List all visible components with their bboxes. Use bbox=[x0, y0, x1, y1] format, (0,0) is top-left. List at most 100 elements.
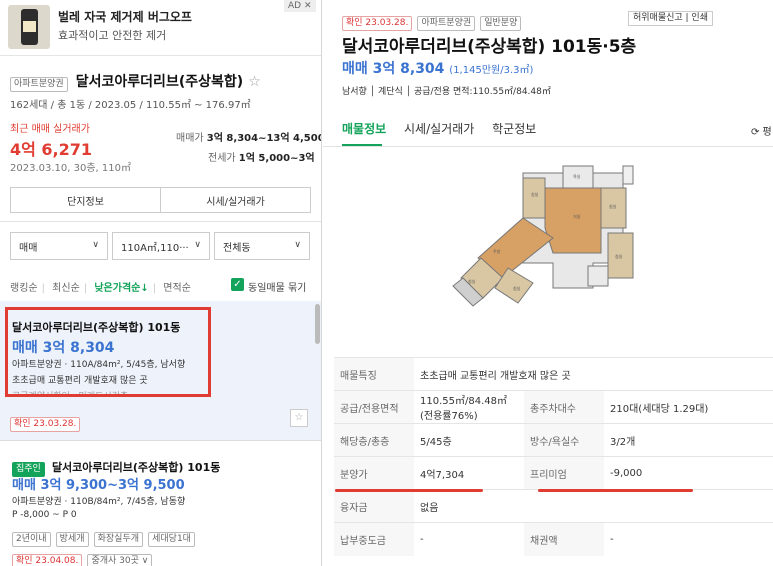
label-area: 공급/전용면적 bbox=[334, 390, 414, 424]
svg-text:침실: 침실 bbox=[609, 203, 617, 209]
confirm-date: 확인 23.04.08. bbox=[12, 554, 83, 566]
label-feature: 매물특징 bbox=[334, 357, 414, 391]
ad-product-image bbox=[8, 5, 50, 49]
value-parking: 210대(세대당 1.29대) bbox=[604, 390, 773, 424]
svg-text:침실: 침실 bbox=[531, 191, 539, 197]
highlight-box bbox=[5, 307, 211, 397]
table-row: 공급/전용면적 110.55㎡/84.48㎡(전용률76%) 총주차대수 210… bbox=[334, 390, 773, 424]
detail-tabs: 매물정보 시세/실거래가 학군정보 bbox=[342, 120, 550, 137]
floor-plan-image[interactable]: 침실 거실 침실 침실 주방 침실 침실 욕실 bbox=[423, 158, 673, 308]
svg-text:침실: 침실 bbox=[513, 285, 521, 291]
detail-price-value: 매매 3억 8,304 bbox=[342, 61, 445, 77]
report-print-button[interactable]: 허위매물신고 | 인쇄 bbox=[628, 11, 713, 26]
favorite-star-icon[interactable]: ☆ bbox=[290, 409, 308, 427]
label-parking: 총주차대수 bbox=[524, 390, 604, 424]
confirm-tag: 확인 23.03.28. bbox=[342, 16, 413, 31]
label-presale-price: 분양가 bbox=[334, 456, 414, 490]
svg-text:거실: 거실 bbox=[573, 213, 581, 219]
sort-area[interactable]: 면적순 bbox=[163, 283, 191, 294]
detail-meta: 남서향 │ 계단식 │ 공급/전용 면적:110.55㎡/84.48㎡ bbox=[342, 87, 551, 97]
feature-tag: 세대당1대 bbox=[148, 532, 195, 547]
listing-panel: 벌레 자국 제거제 버그오프 효과적이고 안전한 제거 AD ✕ 아파트분양권 … bbox=[0, 0, 322, 566]
tab-listing-info[interactable]: 매물정보 bbox=[342, 122, 386, 136]
dong-value: 전체동 bbox=[223, 242, 251, 254]
listing-price: 매매 3억 9,300~3억 9,500 bbox=[12, 478, 185, 493]
separator: | bbox=[41, 283, 45, 294]
ad-title[interactable]: 벌레 자국 제거제 버그오프 bbox=[58, 8, 192, 25]
tab-school-info[interactable]: 학군정보 bbox=[492, 122, 536, 136]
app-root: 벌레 자국 제거제 버그오프 효과적이고 안전한 제거 AD ✕ 아파트분양권 … bbox=[0, 0, 773, 566]
listing-confirm-badge: 확인 23.03.28. bbox=[10, 411, 81, 432]
table-row: 납부중도금 - 채권액 - bbox=[334, 522, 773, 556]
price-history-button[interactable]: 시세/실거래가 bbox=[160, 187, 311, 213]
complex-name[interactable]: 달서코아루더리브(주상복합) bbox=[76, 74, 243, 90]
ad-product-label bbox=[23, 21, 36, 32]
dong-select[interactable]: 전체동 ∨ bbox=[214, 232, 310, 260]
sort-ranking[interactable]: 랭킹순 bbox=[10, 283, 38, 294]
sort-latest[interactable]: 최신순 bbox=[52, 283, 80, 294]
complex-header: 아파트분양권 달서코아루더리브(주상복합) ☆ bbox=[10, 71, 261, 92]
separator: | bbox=[83, 283, 88, 294]
ad-banner[interactable]: 벌레 자국 제거제 버그오프 효과적이고 안전한 제거 AD ✕ bbox=[0, 0, 321, 56]
recent-trade-price: 4억 6,271 bbox=[10, 140, 93, 159]
group-same-listing-label[interactable]: 동일매물 묶기 bbox=[248, 279, 306, 294]
chevron-down-icon: ∨ bbox=[194, 240, 201, 250]
sale-range: 매매가 3억 8,304~13억 4,500 bbox=[176, 129, 322, 144]
area-select[interactable]: 110A㎡,110··· ∨ bbox=[112, 232, 210, 260]
separator: | bbox=[152, 283, 157, 294]
complex-type-tag: 아파트분양권 bbox=[10, 77, 68, 92]
feature-tags: 2년이내 방세개 화장실두개 세대당1대 bbox=[12, 526, 195, 547]
ad-close-badge[interactable]: AD ✕ bbox=[284, 0, 316, 12]
area-toggle-button[interactable]: ⟳ 평 bbox=[751, 123, 772, 138]
svg-text:침실: 침실 bbox=[468, 278, 476, 284]
sale-range-value: 3억 8,304~13억 4,500 bbox=[206, 133, 322, 144]
sort-low-price[interactable]: 낮은가격순↓ bbox=[94, 283, 148, 294]
value-area: 110.55㎡/84.48㎡(전용률76%) bbox=[414, 390, 524, 424]
svg-text:주방: 주방 bbox=[493, 248, 501, 254]
scrollbar-thumb[interactable] bbox=[315, 304, 320, 344]
table-row: 매물특징 초초급매 교통편리 개발호재 많은 곳 bbox=[334, 357, 773, 391]
value-interim-payment: - bbox=[414, 522, 524, 556]
divider bbox=[323, 146, 773, 147]
jeonse-range: 전세가 1억 5,000~3억 bbox=[208, 149, 315, 164]
listing-name: 달서코아루더리브(주상복합) 101동 bbox=[51, 461, 221, 474]
detail-unit-price: (1,145만원/3.3㎡) bbox=[449, 65, 534, 76]
table-row: 분양가 4억7,304 프리미엄 -9,000 bbox=[334, 456, 773, 490]
detail-price: 매매 3억 8,304 (1,145만원/3.3㎡) bbox=[342, 58, 533, 78]
listing-premium: P -8,000 ~ P 0 bbox=[12, 510, 77, 520]
group-same-listing-checkbox[interactable]: ✓ bbox=[231, 278, 244, 291]
chevron-down-icon: ∨ bbox=[92, 240, 99, 250]
jeonse-range-label: 전세가 bbox=[208, 153, 236, 164]
sale-type-tag: 일반분양 bbox=[480, 16, 522, 31]
tab-price-history[interactable]: 시세/실거래가 bbox=[404, 122, 474, 136]
detail-title: 달서코아루더리브(주상복합) 101동·5층 bbox=[342, 37, 637, 57]
value-floor: 5/45층 bbox=[414, 423, 524, 457]
favorite-star-icon[interactable]: ☆ bbox=[248, 74, 261, 90]
value-feature: 초초급매 교통편리 개발호재 많은 곳 bbox=[414, 357, 773, 391]
chevron-down-icon: ∨ bbox=[294, 240, 301, 250]
listing-item[interactable]: 집주인 달서코아루더리브(주상복합) 101동 매매 3억 9,300~3억 9… bbox=[0, 442, 321, 566]
value-presale-price: 4억7,304 bbox=[414, 456, 524, 490]
agents-dropdown[interactable]: 중개사 30곳 ∨ bbox=[87, 554, 153, 566]
table-row: 융자금 없음 bbox=[334, 489, 773, 523]
divider bbox=[0, 221, 321, 222]
highlight-underline bbox=[538, 489, 693, 492]
listing-detail: 아파트분양권 · 110B/84m², 7/45층, 남동향 bbox=[12, 497, 186, 507]
trade-type-value: 매매 bbox=[19, 242, 38, 254]
feature-tag: 2년이내 bbox=[12, 532, 51, 547]
value-premium: -9,000 bbox=[604, 456, 773, 490]
sale-range-label: 매매가 bbox=[176, 133, 204, 144]
jeonse-range-value: 1억 5,000~3억 bbox=[238, 153, 315, 164]
recent-trade-label: 최근 매매 실거래가 bbox=[10, 124, 90, 135]
ad-subtitle: 효과적이고 안전한 제거 bbox=[58, 29, 167, 42]
confirm-date: 확인 23.03.28. bbox=[10, 417, 81, 432]
complex-info-button[interactable]: 단지정보 bbox=[10, 187, 161, 213]
detail-tags: 확인 23.03.28. 아파트분양권 일반분양 bbox=[342, 10, 522, 31]
value-rooms: 3/2개 bbox=[604, 423, 773, 457]
trade-type-select[interactable]: 매매 ∨ bbox=[10, 232, 108, 260]
listing-info-table: 매물특징 초초급매 교통편리 개발호재 많은 곳 공급/전용면적 110.55㎡… bbox=[334, 357, 773, 556]
value-bond: - bbox=[604, 522, 773, 556]
complex-info: 162세대 / 총 1동 / 2023.05 / 110.55㎡ ~ 176.9… bbox=[10, 100, 251, 111]
label-premium: 프리미엄 bbox=[524, 456, 604, 490]
detail-panel: 확인 23.03.28. 아파트분양권 일반분양 허위매물신고 | 인쇄 달서코… bbox=[323, 0, 773, 566]
